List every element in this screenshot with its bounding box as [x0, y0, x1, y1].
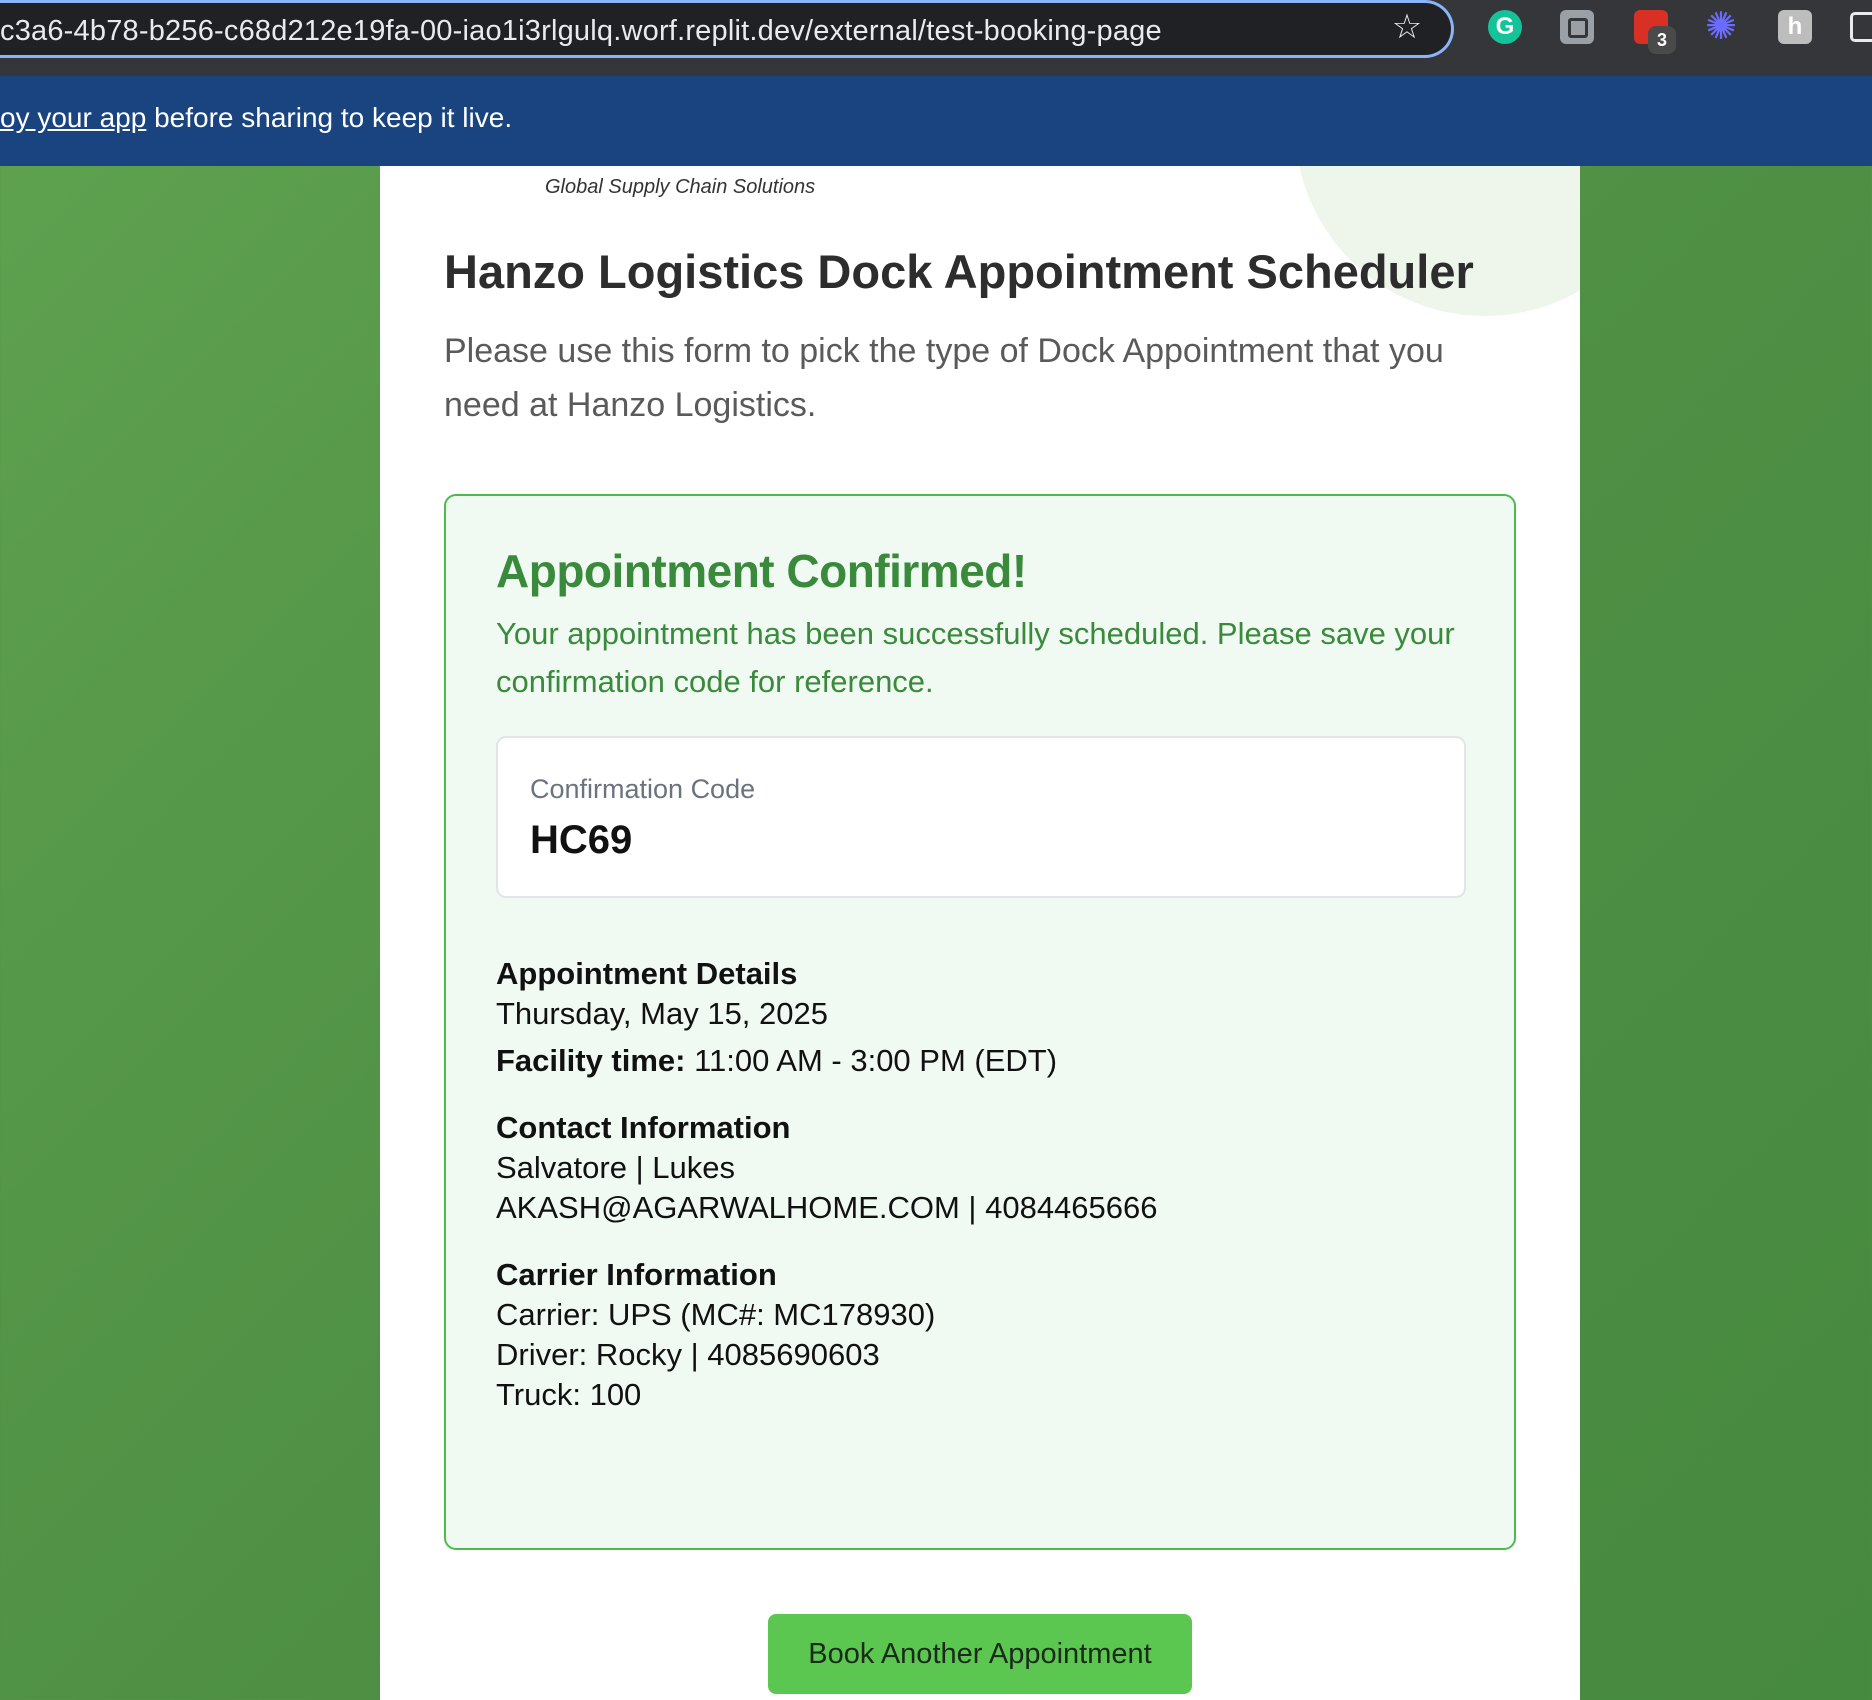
- confirmation-title: Appointment Confirmed!: [496, 545, 1027, 597]
- confirmation-panel: Appointment Confirmed! Your appointment …: [444, 494, 1516, 1550]
- grammarly-icon[interactable]: [1488, 10, 1522, 44]
- facility-time-value: 11:00 AM - 3:00 PM (EDT): [685, 1043, 1058, 1078]
- address-bar[interactable]: c3a6-4b78-b256-c68d212e19fa-00-iao1i3rlg…: [0, 0, 1454, 58]
- carrier-name: Carrier: UPS (MC#: MC178930): [496, 1297, 936, 1332]
- puzzle-icon[interactable]: [1850, 12, 1872, 42]
- carrier-information-heading: Carrier Information: [496, 1257, 777, 1292]
- page-title: Hanzo Logistics Dock Appointment Schedul…: [444, 245, 1474, 298]
- deploy-link[interactable]: oy your app: [0, 102, 146, 133]
- facility-time: Facility time: 11:00 AM - 3:00 PM (EDT): [496, 1043, 1057, 1079]
- contact-email-phone: AKASH@AGARWALHOME.COM | 4084465666: [496, 1190, 1158, 1225]
- confirmation-message: Your appointment has been successfully s…: [496, 616, 1455, 699]
- deploy-banner: oy your app before sharing to keep it li…: [0, 76, 1872, 166]
- confirmation-code-label: Confirmation Code: [530, 774, 756, 804]
- appointment-details-heading: Appointment Details: [496, 956, 798, 991]
- extension-badge-count: 3: [1648, 26, 1676, 54]
- company-tagline: Global Supply Chain Solutions: [545, 176, 816, 198]
- extension-box-icon[interactable]: [1560, 10, 1594, 44]
- confirmation-code[interactable]: HC69: [530, 818, 632, 863]
- star-icon[interactable]: ☆: [1388, 8, 1426, 46]
- contact-information-heading: Contact Information: [496, 1110, 791, 1145]
- appointment-date: Thursday, May 15, 2025: [496, 996, 828, 1031]
- banner-message: before sharing to keep it live.: [146, 102, 513, 133]
- browser-toolbar: c3a6-4b78-b256-c68d212e19fa-00-iao1i3rlg…: [0, 0, 1872, 76]
- page-intro: Please use this form to pick the type of…: [444, 332, 1444, 424]
- banner-text: oy your app before sharing to keep it li…: [0, 102, 512, 134]
- scheduler-card: Global Supply Chain Solutions Hanzo Logi…: [380, 166, 1580, 1700]
- contact-name: Salvatore | Lukes: [496, 1150, 735, 1185]
- h-extension-icon[interactable]: [1778, 10, 1812, 44]
- facility-time-label: Facility time:: [496, 1043, 686, 1078]
- confirmation-code-box: Confirmation Code HC69: [496, 736, 1466, 898]
- driver-info: Driver: Rocky | 4085690603: [496, 1337, 880, 1372]
- burst-icon[interactable]: ✺: [1704, 8, 1738, 46]
- book-another-appointment-button[interactable]: Book Another Appointment: [768, 1614, 1192, 1694]
- truck-info: Truck: 100: [496, 1377, 642, 1412]
- url-text[interactable]: c3a6-4b78-b256-c68d212e19fa-00-iao1i3rlg…: [0, 15, 1162, 48]
